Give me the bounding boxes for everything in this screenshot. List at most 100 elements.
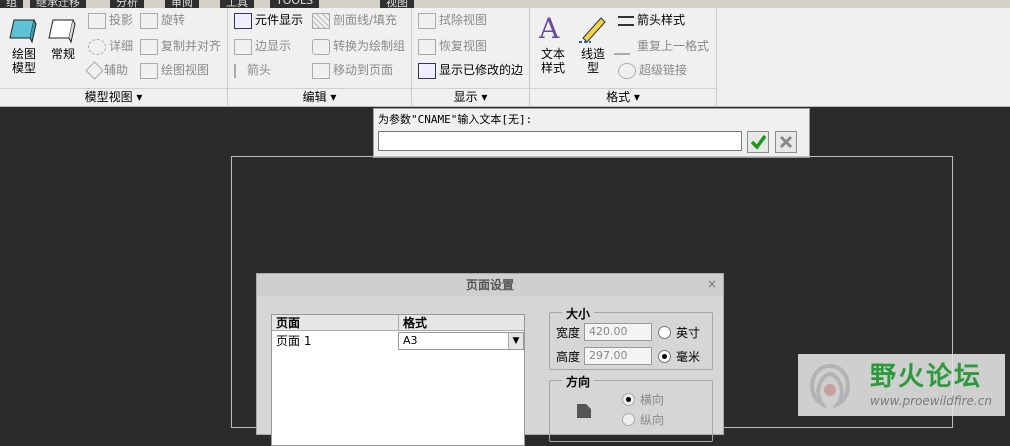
parameter-prompt: 为参数"CNAME"输入文本[无]: xyxy=(378,113,533,126)
arrow-icon xyxy=(234,63,244,78)
parameter-input-bar: 为参数"CNAME"输入文本[无]: xyxy=(373,108,810,158)
edge-display-label: 边显示 xyxy=(255,39,292,53)
page-format-table: 页面 格式 页面 1 A3 ▼ xyxy=(271,314,525,446)
repeat-format-button[interactable]: 重复上一格式 xyxy=(613,36,709,56)
forum-url: www.proewildfire.cn xyxy=(870,394,992,408)
column-header-format[interactable]: 格式 xyxy=(398,315,524,331)
detailed-label: 详细 xyxy=(109,39,134,53)
dialog-close-icon[interactable]: × xyxy=(707,277,717,291)
restore-view-label: 恢复视图 xyxy=(439,39,488,53)
hatch-icon xyxy=(312,12,330,29)
erase-view-icon xyxy=(418,12,436,29)
hyperlink-button[interactable]: 超级链接 xyxy=(618,60,687,80)
orientation-fieldset: 方向 横向 纵向 xyxy=(549,373,713,442)
group-label-display[interactable]: 显示 ▾ xyxy=(412,88,529,106)
arrow-style-icon xyxy=(618,15,634,26)
height-field[interactable]: 297.00 xyxy=(584,347,652,365)
arrow-button[interactable]: 箭头 xyxy=(234,60,271,80)
close-icon xyxy=(779,135,793,149)
height-label: 高度 xyxy=(556,350,581,364)
edge-display-button[interactable]: 边显示 xyxy=(234,36,291,56)
drawing-view-icon xyxy=(140,62,158,79)
component-display-icon xyxy=(234,12,252,29)
line-style-label: 线造 型 xyxy=(580,47,605,75)
drawing-model-icon xyxy=(9,19,37,44)
cancel-button[interactable] xyxy=(775,131,797,153)
general-view-button[interactable]: 常规 xyxy=(46,14,80,61)
text-style-button[interactable]: A 文本 样式 xyxy=(536,12,570,75)
tab-view[interactable]: 视图 xyxy=(380,0,414,8)
arrow-style-label: 箭头样式 xyxy=(637,13,686,27)
text-style-label: 文本 样式 xyxy=(540,47,565,75)
detailed-icon xyxy=(88,38,106,55)
tab-toolbox[interactable]: TOOLS xyxy=(270,0,320,8)
arrow-style-button[interactable]: 箭头样式 xyxy=(618,10,685,30)
tab-inherit[interactable]: 继承迁移 xyxy=(30,0,86,8)
auxiliary-button[interactable]: 辅助 xyxy=(85,60,129,80)
rotate-label: 旋转 xyxy=(161,13,186,27)
column-header-page[interactable]: 页面 xyxy=(272,315,398,331)
table-row[interactable]: 页面 1 xyxy=(272,332,398,350)
page-orientation-icon xyxy=(577,404,591,418)
convert-group-icon xyxy=(312,38,330,55)
convert-group-button[interactable]: 转换为绘制组 xyxy=(312,36,405,56)
restore-view-icon xyxy=(418,38,436,55)
move-page-icon xyxy=(312,62,330,79)
accept-button[interactable] xyxy=(747,131,769,153)
auxiliary-label: 辅助 xyxy=(104,63,129,77)
hatch-label: 剖面线/填充 xyxy=(333,13,398,27)
restore-view-button[interactable]: 恢复视图 xyxy=(418,36,487,56)
hyperlink-label: 超级链接 xyxy=(639,63,688,77)
tab-tools[interactable]: 工具 xyxy=(220,0,254,8)
show-modified-edges-icon xyxy=(418,62,436,79)
forum-title: 野火论坛 xyxy=(870,362,983,392)
copy-align-button[interactable]: 复制并对齐 xyxy=(140,36,221,56)
page-setup-dialog: 页面设置 × 页面 格式 页面 1 A3 ▼ 大小 宽度 420.00 高度 2… xyxy=(256,273,724,446)
line-style-button[interactable]: 线造 型 xyxy=(576,12,610,75)
projection-button[interactable]: 投影 xyxy=(88,10,133,30)
move-page-button[interactable]: 移动到页面 xyxy=(312,60,393,80)
drawing-view-label: 绘图视图 xyxy=(161,63,210,77)
component-display-button[interactable]: 元件显示 xyxy=(234,10,303,30)
convert-group-label: 转换为绘制组 xyxy=(333,39,406,53)
group-label-edit[interactable]: 编辑 ▾ xyxy=(228,88,411,106)
checkmark-icon xyxy=(750,134,767,150)
tab-review[interactable]: 审阅 xyxy=(165,0,199,8)
group-separator xyxy=(716,8,717,106)
landscape-label: 横向 xyxy=(640,393,665,407)
erase-view-label: 拭除视图 xyxy=(439,13,488,27)
forum-logo-icon xyxy=(810,363,850,410)
format-select-value: A3 xyxy=(403,334,418,347)
text-style-icon: A xyxy=(538,12,560,45)
tab-analysis[interactable]: 分析 xyxy=(110,0,144,8)
erase-view-button[interactable]: 拭除视图 xyxy=(418,10,487,30)
repeat-format-icon xyxy=(613,38,639,55)
parameter-text-input[interactable] xyxy=(378,131,742,151)
group-label-format[interactable]: 格式 ▾ xyxy=(530,88,716,106)
format-select[interactable]: A3 ▼ xyxy=(398,332,524,350)
size-fieldset: 大小 宽度 420.00 高度 297.00 英寸 毫米 xyxy=(549,305,713,370)
rotate-icon xyxy=(140,12,158,29)
ribbon: 绘图 模型 常规 投影 旋转 详细 复制并对齐 辅助 绘图视图 模型视图 ▾ 元… xyxy=(0,8,1010,107)
mm-radio[interactable] xyxy=(658,350,671,363)
copy-align-label: 复制并对齐 xyxy=(161,39,222,53)
landscape-radio[interactable] xyxy=(622,393,635,406)
general-view-label: 常规 xyxy=(50,47,75,61)
width-label: 宽度 xyxy=(556,326,581,340)
detailed-button[interactable]: 详细 xyxy=(88,36,133,56)
orientation-legend: 方向 xyxy=(562,373,595,390)
forum-watermark: 野火论坛 www.proewildfire.cn xyxy=(798,354,1005,416)
chevron-down-icon[interactable]: ▼ xyxy=(508,333,523,349)
hatch-button[interactable]: 剖面线/填充 xyxy=(312,10,397,30)
group-label-model-views[interactable]: 模型视图 ▾ xyxy=(0,88,227,106)
inch-radio[interactable] xyxy=(658,326,671,339)
tab-group[interactable]: 组 xyxy=(0,0,23,8)
arrow-label: 箭头 xyxy=(247,63,272,77)
rotate-button[interactable]: 旋转 xyxy=(140,10,185,30)
drawing-model-button[interactable]: 绘图 模型 xyxy=(6,14,42,75)
hyperlink-icon xyxy=(618,62,636,79)
show-modified-edges-button[interactable]: 显示已修改的边 xyxy=(418,60,523,80)
inch-label: 英寸 xyxy=(676,326,701,340)
width-field[interactable]: 420.00 xyxy=(584,323,652,341)
drawing-view-button[interactable]: 绘图视图 xyxy=(140,60,209,80)
